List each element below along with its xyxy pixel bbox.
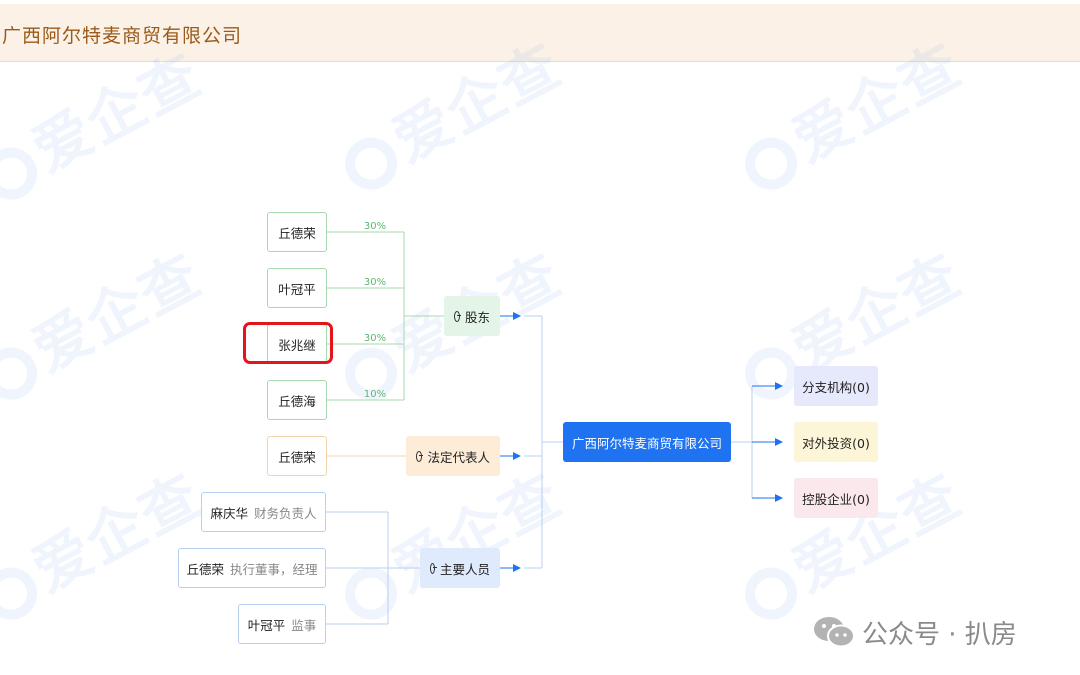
shareholder-node[interactable]: 叶冠平 (267, 268, 327, 308)
legal-group-node[interactable]: 法定代表人 (406, 436, 500, 476)
collapse-icon[interactable] (454, 310, 462, 322)
staff-connectors (326, 511, 420, 625)
staff-node[interactable]: 麻庆华 财务负责人 (201, 492, 326, 532)
holding-node[interactable]: 控股企业(0) (794, 478, 878, 518)
share-label: 30% (363, 333, 387, 344)
staff-node[interactable]: 丘德荣 执行董事，经理 (178, 548, 326, 588)
company-node[interactable]: 广西阿尔特麦商贸有限公司 (563, 422, 731, 462)
legal-representative-node[interactable]: 丘德荣 (267, 436, 327, 476)
output-connectors (731, 382, 783, 502)
shareholder-node[interactable]: 丘德荣 (267, 212, 327, 252)
shareholder-group-node[interactable]: 股东 (444, 296, 500, 336)
share-label: 10% (363, 389, 387, 400)
connector-lines (326, 231, 783, 625)
wechat-brand: 公众号 · 扒房 (812, 610, 1017, 654)
collapse-icon[interactable] (430, 562, 438, 574)
investment-node[interactable]: 对外投资(0) (794, 422, 878, 462)
share-label: 30% (363, 277, 387, 288)
shareholder-connectors (326, 231, 444, 401)
shareholder-node[interactable]: 丘德海 (267, 380, 327, 420)
branch-node[interactable]: 分支机构(0) (794, 366, 878, 406)
share-label: 30% (363, 221, 387, 232)
staff-group-node[interactable]: 主要人员 (420, 548, 500, 588)
collapse-icon[interactable] (416, 450, 424, 462)
staff-node[interactable]: 叶冠平 监事 (238, 604, 326, 644)
group-connectors (500, 312, 563, 572)
wechat-icon (814, 617, 855, 648)
highlight-box (243, 322, 333, 364)
